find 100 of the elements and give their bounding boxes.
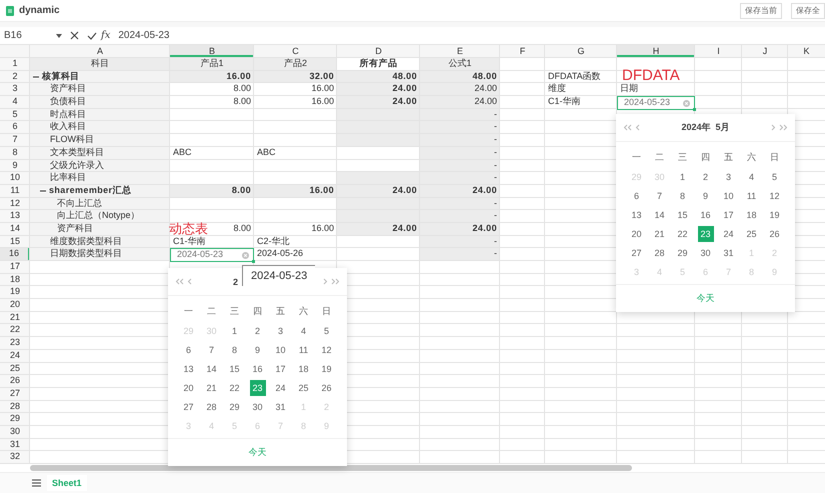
column-header[interactable]: E [420,45,500,57]
calendar-day[interactable]: 9 [698,188,714,204]
calendar-day[interactable]: 3 [272,322,288,338]
calendar-day[interactable]: 21 [204,380,220,396]
column-header[interactable]: B [170,45,254,57]
save-button[interactable]: 保存全 [791,2,825,18]
date-field[interactable]: 2024-05-23 [617,96,695,110]
calendar-day[interactable]: 31 [272,398,288,414]
cell-reference[interactable]: B16 [0,30,56,41]
column-header[interactable]: D [337,45,420,57]
menu-icon[interactable] [32,479,41,487]
calendar-day[interactable]: 26 [318,380,334,396]
calendar-day[interactable]: 15 [674,206,690,222]
calendar-day[interactable]: 28 [652,244,668,260]
row-number[interactable]: 22 [0,324,30,336]
close-icon[interactable] [70,31,79,40]
calendar-day[interactable]: 21 [652,226,668,242]
calendar-day[interactable]: 27 [180,398,196,414]
row-number[interactable]: 20 [0,299,30,311]
next-month-icon[interactable] [322,278,328,285]
row-number[interactable]: 29 [0,413,30,425]
calendar-day[interactable]: 15 [226,360,242,376]
previous-year-icon[interactable] [623,124,632,131]
calendar-day[interactable]: 3 [720,168,736,184]
calendar-day[interactable]: 19 [766,206,782,222]
next-month-icon[interactable] [770,124,776,131]
column-header[interactable]: J [742,45,788,57]
calendar-day[interactable]: 5 [766,168,782,184]
calendar-day[interactable]: 20 [628,226,644,242]
calendar-day[interactable]: 12 [318,342,334,358]
column-header[interactable]: K [788,45,825,57]
row-number[interactable]: 10 [0,172,30,184]
calendar-day[interactable]: 18 [744,206,760,222]
calendar-day[interactable]: 25 [296,380,312,396]
calendar-day[interactable]: 13 [180,360,196,376]
row-number[interactable]: 17 [0,261,30,273]
calendar-day[interactable]: 25 [744,226,760,242]
calendar-day[interactable]: 2 [250,322,266,338]
calendar-day[interactable]: 18 [296,360,312,376]
calendar-day[interactable]: 4 [296,322,312,338]
column-header[interactable]: C [254,45,337,57]
calendar-day[interactable]: 10 [272,342,288,358]
row-number[interactable]: 6 [0,121,30,134]
calendar-day[interactable]: 2 [698,168,714,184]
calendar-day[interactable]: 16 [698,206,714,222]
calendar-day[interactable]: 20 [180,380,196,396]
scrollbar-thumb[interactable] [30,465,632,471]
calendar-day[interactable]: 30 [698,244,714,260]
calendar-day[interactable]: 11 [744,188,760,204]
calendar-day[interactable]: 28 [204,398,220,414]
row-number[interactable]: 13 [0,210,30,222]
calendar-day[interactable]: 22 [226,380,242,396]
date-field[interactable]: 2024-05-23 [170,248,254,262]
calendar-day[interactable]: 8 [674,188,690,204]
column-header[interactable]: H [617,45,695,57]
next-year-icon[interactable] [779,124,788,131]
column-header[interactable]: A [30,45,170,57]
calendar-day[interactable]: 12 [766,188,782,204]
calendar-day[interactable]: 17 [720,206,736,222]
calendar-day[interactable]: 29 [226,398,242,414]
row-number[interactable]: 7 [0,134,30,146]
calendar-day[interactable]: 16 [250,360,266,376]
calendar-day[interactable]: 26 [766,226,782,242]
calendar-day[interactable]: 17 [272,360,288,376]
calendar-day[interactable]: 7 [652,188,668,204]
calendar-day[interactable]: 11 [296,342,312,358]
formula-value[interactable]: 2024-05-23 [118,30,170,41]
row-number[interactable]: 26 [0,375,30,387]
calendar-day[interactable]: 6 [628,188,644,204]
previous-year-icon[interactable] [175,278,184,285]
row-number[interactable]: 19 [0,286,30,298]
save-button[interactable]: 保存当前 [740,2,782,18]
clear-icon[interactable] [242,252,249,259]
column-header[interactable]: I [695,45,742,57]
calendar-day[interactable]: 14 [204,360,220,376]
calendar-day[interactable]: 5 [318,322,334,338]
today-button[interactable]: 今天 [690,291,720,306]
row-number[interactable]: 4 [0,96,30,108]
calendar-day[interactable]: 27 [628,244,644,260]
calendar-day[interactable]: 24 [272,380,288,396]
collapse-icon[interactable] [33,74,39,80]
row-number[interactable]: 23 [0,337,30,349]
calendar-day[interactable]: 9 [250,342,266,358]
calendar-day[interactable]: 7 [204,342,220,358]
column-header[interactable]: G [545,45,617,57]
calendar-day[interactable]: 4 [744,168,760,184]
calendar-day[interactable]: 14 [652,206,668,222]
calendar-day[interactable]: 19 [318,360,334,376]
row-number[interactable]: 3 [0,83,30,96]
column-header[interactable]: F [500,45,545,57]
calendar-day[interactable]: 31 [720,244,736,260]
calendar-day[interactable]: 10 [720,188,736,204]
row-number[interactable]: 16 [0,248,30,260]
function-label[interactable]: fx [101,30,110,41]
calendar-day[interactable]: 30 [250,398,266,414]
calendar-day[interactable]: 29 [674,244,690,260]
next-year-icon[interactable] [331,278,340,285]
previous-month-icon[interactable] [635,124,641,131]
calendar-day[interactable]: 24 [720,226,736,242]
calendar-day[interactable]: 6 [180,342,196,358]
